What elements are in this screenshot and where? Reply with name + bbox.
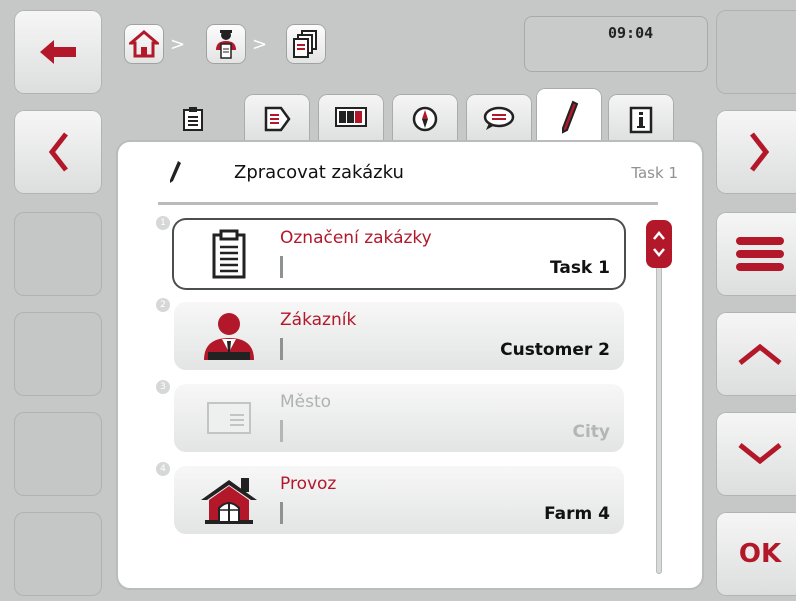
tab-overview[interactable] xyxy=(160,94,226,146)
item-label: Město xyxy=(280,392,332,412)
main-panel: Zpracovat zakázku Task 1 1 Označení zaká… xyxy=(118,142,702,588)
clock-display: 09:04 xyxy=(524,16,708,72)
document-forward-icon xyxy=(264,106,291,132)
breadcrumb-home[interactable] xyxy=(124,24,164,64)
breadcrumb-separator: > xyxy=(252,34,268,55)
scroll-handle-icon xyxy=(653,231,665,257)
tab-navigation[interactable] xyxy=(392,94,458,146)
tab-edit[interactable] xyxy=(536,88,602,150)
left-softkey-3[interactable] xyxy=(14,212,102,296)
item-value: Farm 4 xyxy=(544,504,610,524)
list-item-farm[interactable]: 4 Provoz Farm 4 xyxy=(156,462,624,534)
tab-bar xyxy=(108,84,710,150)
customer-icon xyxy=(204,313,254,360)
pencil-icon xyxy=(170,161,181,183)
right-softkey-1[interactable] xyxy=(716,10,796,94)
pencil-icon xyxy=(562,100,579,134)
item-number: 1 xyxy=(156,216,170,230)
scroll-up-button[interactable] xyxy=(716,312,796,396)
scroll-down-button[interactable] xyxy=(716,412,796,496)
item-number: 4 xyxy=(156,462,170,476)
list-item-task-name[interactable]: 1 Označení zakázky Task 1 xyxy=(156,216,624,288)
clipboard-icon xyxy=(212,229,246,279)
terminal-frame: OK > > 09:04 Zpracovat zakázku Task 1 1 … xyxy=(0,0,796,601)
chevron-up-icon xyxy=(738,343,782,365)
counter-icon xyxy=(335,107,367,127)
task-list-icon xyxy=(293,30,317,58)
page-title: Zpracovat zakázku xyxy=(234,162,404,183)
left-softkey-5[interactable] xyxy=(14,412,102,496)
chevron-right-icon xyxy=(750,132,770,172)
item-value: Task 1 xyxy=(549,258,610,278)
item-icon-wrap xyxy=(194,474,264,526)
chevron-left-icon xyxy=(48,132,68,172)
item-label: Označení zakázky xyxy=(280,228,432,248)
operator-icon xyxy=(216,30,236,59)
scrollbar-track[interactable] xyxy=(656,220,662,574)
comment-icon xyxy=(483,106,515,130)
list-item-customer[interactable]: 2 Zákazník Customer 2 xyxy=(156,298,624,370)
ok-label: OK xyxy=(738,539,782,569)
breadcrumb-separator: > xyxy=(170,34,186,55)
compass-icon xyxy=(412,106,438,132)
left-softkey-4[interactable] xyxy=(14,312,102,396)
task-name: Task 1 xyxy=(631,164,678,182)
home-icon xyxy=(129,30,159,58)
item-icon-wrap xyxy=(194,228,264,280)
item-label: Provoz xyxy=(280,474,337,494)
clipboard-icon xyxy=(183,107,203,131)
tab-document[interactable] xyxy=(244,94,310,146)
item-number: 3 xyxy=(156,380,170,394)
next-tab-button[interactable] xyxy=(716,110,796,194)
info-icon xyxy=(629,106,653,134)
text-cursor xyxy=(280,256,283,278)
header-divider xyxy=(158,202,658,205)
farm-icon xyxy=(201,478,257,524)
envelope-icon xyxy=(207,402,251,434)
item-icon-wrap xyxy=(194,310,264,362)
left-softkey-6[interactable] xyxy=(14,512,102,596)
arrow-left-icon xyxy=(40,40,76,64)
chevron-down-icon xyxy=(738,443,782,465)
back-button[interactable] xyxy=(14,10,102,94)
text-cursor xyxy=(280,502,283,524)
list-item-city: 3 Město City xyxy=(156,380,624,452)
scrollbar-thumb[interactable] xyxy=(646,220,672,268)
breadcrumb-operator[interactable] xyxy=(206,24,246,64)
breadcrumb-tasks[interactable] xyxy=(286,24,326,64)
text-cursor xyxy=(280,420,283,442)
ok-button[interactable]: OK xyxy=(716,512,796,596)
tab-notes[interactable] xyxy=(466,94,532,146)
tab-info[interactable] xyxy=(608,94,674,146)
menu-button[interactable] xyxy=(716,212,796,296)
item-value: City xyxy=(572,422,610,442)
item-icon-wrap xyxy=(194,392,264,444)
text-cursor xyxy=(280,338,283,360)
previous-tab-button[interactable] xyxy=(14,110,102,194)
panel-header: Zpracovat zakázku Task 1 xyxy=(158,158,678,188)
hamburger-icon xyxy=(736,237,784,271)
item-value: Customer 2 xyxy=(500,340,610,360)
item-label: Zákazník xyxy=(280,310,357,330)
tab-counter[interactable] xyxy=(318,94,384,146)
item-number: 2 xyxy=(156,298,170,312)
